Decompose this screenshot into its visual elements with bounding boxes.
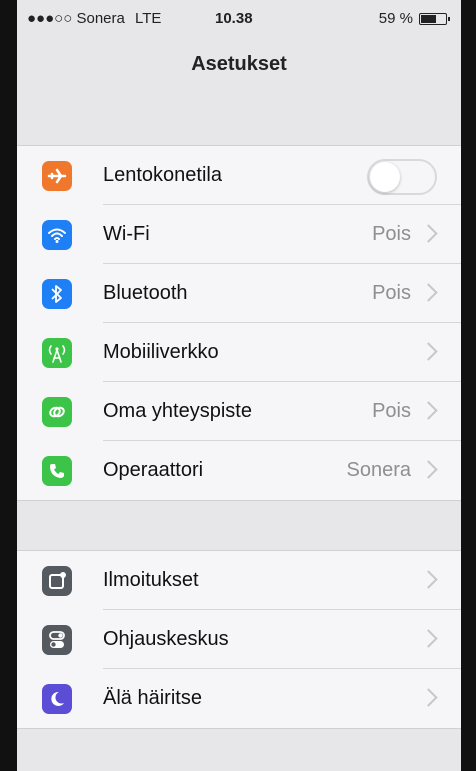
- settings-row-value: Pois: [372, 223, 411, 245]
- settings-row-hotspot[interactable]: Oma yhteyspiste Pois: [17, 382, 461, 441]
- battery-indicator: 59 %: [378, 10, 450, 27]
- chevron-right-icon: [419, 342, 438, 361]
- settings-row-value: Pois: [372, 282, 411, 304]
- wifi-icon: [42, 220, 72, 250]
- system-group: Ilmoitukset Ohjauskeskus Älä häiritse: [17, 550, 461, 729]
- network-type: LTE: [135, 10, 162, 27]
- settings-row-airplane-mode[interactable]: Lentokonetila: [17, 146, 461, 205]
- settings-row-wifi[interactable]: Wi-Fi Pois: [17, 205, 461, 264]
- notifications-icon: [42, 566, 72, 596]
- carrier-label: ●●●○○ Sonera LTE: [27, 10, 161, 27]
- clock: 10.38: [215, 10, 253, 27]
- settings-row-cellular[interactable]: Mobiiliverkko: [17, 323, 461, 382]
- navigation-bar: Asetukset: [17, 34, 461, 94]
- chevron-right-icon: [419, 460, 438, 479]
- hotspot-icon: [42, 397, 72, 427]
- settings-row-label: Operaattori: [103, 459, 204, 481]
- carrier-name: ●●●○○ Sonera: [27, 10, 125, 27]
- settings-row-value: Sonera: [346, 459, 412, 481]
- settings-row-label: Wi-Fi: [103, 223, 150, 245]
- settings-row-value: Pois: [372, 400, 411, 422]
- settings-row-label: Ilmoitukset: [103, 569, 199, 591]
- airplane-mode-toggle[interactable]: [367, 159, 437, 195]
- phone-screen: ●●●○○ Sonera LTE 10.38 59 % Asetukset Le…: [17, 0, 461, 771]
- cellular-icon: [42, 338, 72, 368]
- chevron-right-icon: [419, 401, 438, 420]
- bluetooth-icon: [42, 279, 72, 309]
- settings-row-label: Ohjauskeskus: [103, 628, 229, 650]
- settings-row-label: Mobiiliverkko: [103, 341, 219, 363]
- settings-row-carrier[interactable]: Operaattori Sonera: [17, 441, 461, 500]
- connectivity-group: Lentokonetila Wi-Fi Pois Bluetooth Pois: [17, 145, 461, 501]
- toggle-knob: [370, 162, 400, 192]
- battery-percentage: 59 %: [378, 10, 413, 27]
- settings-row-label: Oma yhteyspiste: [103, 400, 252, 422]
- settings-row-label: Bluetooth: [103, 282, 188, 304]
- settings-row-bluetooth[interactable]: Bluetooth Pois: [17, 264, 461, 323]
- phone-icon: [42, 456, 72, 486]
- settings-row-label: Älä häiritse: [103, 687, 202, 709]
- airplane-icon: [42, 161, 72, 191]
- settings-row-control-center[interactable]: Ohjauskeskus: [17, 610, 461, 669]
- chevron-right-icon: [419, 570, 438, 589]
- chevron-right-icon: [419, 629, 438, 648]
- settings-row-notifications[interactable]: Ilmoitukset: [17, 551, 461, 610]
- control-center-icon: [42, 625, 72, 655]
- status-bar: ●●●○○ Sonera LTE 10.38 59 %: [17, 0, 461, 34]
- chevron-right-icon: [419, 688, 438, 707]
- chevron-right-icon: [419, 283, 438, 302]
- page-title: Asetukset: [191, 53, 287, 75]
- settings-row-do-not-disturb[interactable]: Älä häiritse: [17, 669, 461, 728]
- chevron-right-icon: [419, 224, 438, 243]
- battery-icon: [419, 12, 450, 25]
- moon-icon: [42, 684, 72, 714]
- settings-row-label: Lentokonetila: [103, 164, 222, 186]
